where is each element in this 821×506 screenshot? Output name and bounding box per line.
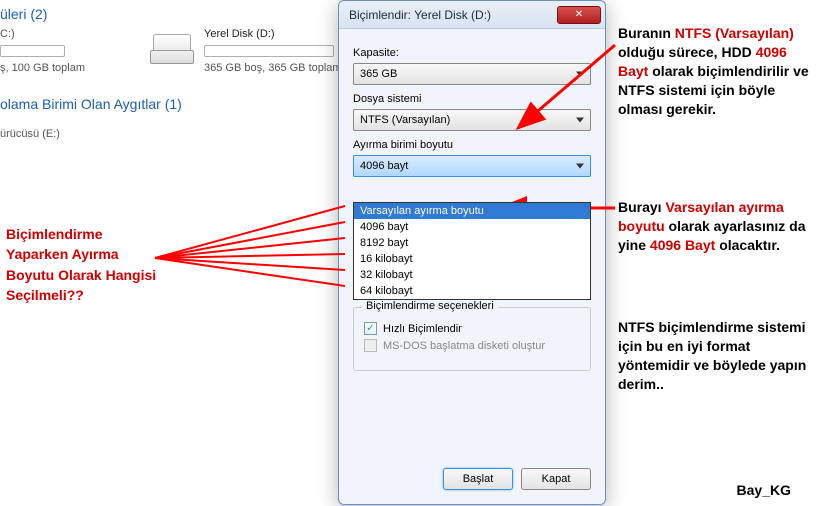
- allocation-select[interactable]: 4096 bayt: [353, 155, 591, 177]
- msdos-checkbox: [364, 339, 377, 352]
- alloc-option-64k[interactable]: 64 kilobayt: [354, 283, 590, 299]
- start-button[interactable]: Başlat: [443, 468, 513, 490]
- alloc-option-4096[interactable]: 4096 bayt: [354, 219, 590, 235]
- format-options-group: Biçimlendirme seçenekleri ✓ Hızlı Biçiml…: [353, 307, 591, 371]
- drive-c-sub: ş, 100 GB toplam: [0, 62, 85, 74]
- annotation-right-2: Burayı Varsayılan ayırma boyutu olarak a…: [618, 198, 818, 255]
- alloc-option-8192[interactable]: 8192 bayt: [354, 235, 590, 251]
- quick-format-row[interactable]: ✓ Hızlı Biçimlendir: [364, 322, 580, 335]
- format-dialog: Biçimlendir: Yerel Disk (D:) ✕ Kapasite:…: [338, 0, 606, 505]
- allocation-dropdown[interactable]: Varsayılan ayırma boyutu 4096 bayt 8192 …: [353, 202, 591, 300]
- msdos-row: MS-DOS başlatma disketi oluştur: [364, 339, 580, 352]
- filesystem-value: NTFS (Varsayılan): [360, 114, 450, 126]
- close-icon[interactable]: ✕: [557, 6, 601, 24]
- quick-format-checkbox[interactable]: ✓: [364, 322, 377, 335]
- quick-format-label: Hızlı Biçimlendir: [383, 323, 462, 335]
- hdd-icon: [148, 32, 196, 64]
- drive-c-label: C:): [0, 28, 15, 40]
- close-button[interactable]: Kapat: [521, 468, 591, 490]
- allocation-label: Ayırma birimi boyutu: [353, 139, 591, 151]
- removable-heading: olama Birimi Olan Aygıtlar (1): [0, 96, 182, 112]
- allocation-value: 4096 bayt: [360, 160, 408, 172]
- drive-d-progress: [204, 45, 334, 57]
- capacity-label: Kapasite:: [353, 47, 591, 59]
- drive-d-label: Yerel Disk (D:): [204, 28, 275, 40]
- annotation-right-3: NTFS biçimlendirme sistemi için bu en iy…: [618, 318, 818, 394]
- filesystem-label: Dosya sistemi: [353, 93, 591, 105]
- msdos-label: MS-DOS başlatma disketi oluştur: [383, 340, 545, 352]
- annotation-right-1: Buranın NTFS (Varsayılan) olduğu sürece,…: [618, 24, 818, 118]
- annotation-left: Biçimlendirme Yaparken Ayırma Boyutu Ola…: [6, 224, 156, 305]
- drives-heading: üleri (2): [0, 6, 47, 22]
- drive-c-progress: [0, 45, 65, 57]
- drive-d-sub: 365 GB boş, 365 GB toplam: [204, 62, 342, 74]
- dialog-title: Biçimlendir: Yerel Disk (D:): [349, 8, 557, 22]
- format-options-title: Biçimlendirme seçenekleri: [362, 300, 498, 312]
- drive-e-label: ürücüsü (E:): [0, 128, 60, 140]
- capacity-select[interactable]: 365 GB: [353, 63, 591, 85]
- alloc-option-16k[interactable]: 16 kilobayt: [354, 251, 590, 267]
- capacity-value: 365 GB: [360, 68, 397, 80]
- filesystem-select[interactable]: NTFS (Varsayılan): [353, 109, 591, 131]
- alloc-option-default[interactable]: Varsayılan ayırma boyutu: [354, 203, 590, 219]
- dialog-titlebar[interactable]: Biçimlendir: Yerel Disk (D:) ✕: [339, 1, 605, 29]
- signature: Bay_KG: [737, 482, 791, 498]
- alloc-option-32k[interactable]: 32 kilobayt: [354, 267, 590, 283]
